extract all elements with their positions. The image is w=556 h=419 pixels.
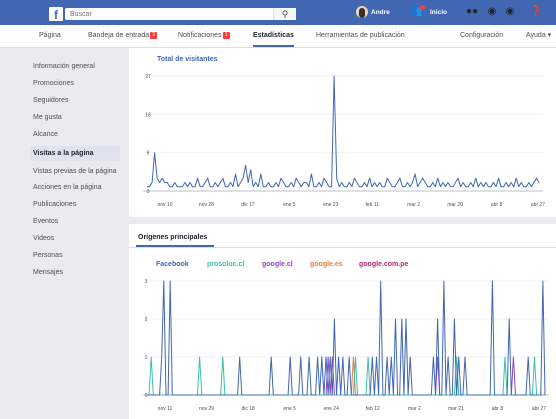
tab-notificaciones[interactable]: Notificaciones 1 [178, 25, 230, 47]
visitors-x-tick-label: mar 2 [407, 202, 420, 208]
sources-series-line-google-es [147, 356, 545, 396]
visitors-x-tick-label: ene 5 [283, 202, 296, 208]
visitors-x-tick-label: ene 23 [323, 202, 339, 208]
sources-y-tick-label: 2 [145, 317, 148, 323]
tab-label: Estadísticas [253, 32, 294, 39]
sidebar-item-promociones[interactable]: Promociones [33, 78, 123, 89]
sources-series-line-google-cl [147, 356, 545, 396]
sources-x-tick-label: abr 27 [532, 406, 546, 412]
tab-label: Ayuda ▾ [526, 32, 552, 39]
sources-x-tick-label: mar 21 [448, 406, 464, 412]
facebook-logo-icon[interactable]: f [49, 7, 63, 21]
tab-herramientas[interactable]: Herramientas de publicación [316, 25, 405, 47]
sidebar-item-personas[interactable]: Personas [33, 250, 123, 261]
sources-y-tick-label: 0 [145, 393, 148, 399]
sources-series-line-facebook [147, 280, 546, 396]
visitors-x-tick-label: mar 20 [447, 202, 463, 208]
visitors-x-tick-label: feb 11 [365, 202, 379, 208]
sources-x-tick-label: nov 11 [158, 406, 173, 412]
visitors-x-tick-label: abr 27 [531, 202, 545, 208]
visitors-series-line-visitors [147, 75, 540, 188]
sources-series-line-prosoluc-cl [147, 356, 545, 396]
tab-label: Página [39, 32, 61, 39]
tab-bandeja[interactable]: Bandeja de entrada 2 [88, 25, 158, 47]
page-tabs-bar: Página Bandeja de entrada 2 Notificacione… [0, 25, 556, 48]
top-sources-chart: 0 1 2 3 nov 11 nov 29 dic 18 ene 5 ene 24 feb 12 m… [143, 279, 549, 412]
avatar [356, 6, 368, 18]
sidebar-item-vistas-previas[interactable]: Vistas previas de la página [33, 166, 119, 177]
sidebar-item-publicaciones[interactable]: Publicaciones [33, 199, 123, 210]
top-sources-card: Orígenes principales Facebook prosoluc.c… [129, 224, 556, 419]
visitors-x-tick-label: abr 8 [491, 202, 503, 208]
notification-dot [420, 5, 425, 10]
home-link[interactable]: Inicio [430, 6, 447, 19]
total-visitors-card: Total de visitantes 0 9 18 27 nov 10 nov 28 di… [129, 48, 556, 217]
tab-configuracion[interactable]: Configuración [460, 25, 503, 47]
visitors-y-tick-label: 0 [147, 189, 150, 195]
sources-x-tick-label: ene 24 [324, 406, 340, 412]
sidebar-item-me-gusta[interactable]: Me gusta [33, 112, 123, 123]
sidebar-item-acciones[interactable]: Acciones en la página [33, 182, 123, 193]
sources-x-tick-label: mar 2 [408, 406, 421, 412]
sidebar-item-alcance[interactable]: Alcance [33, 129, 123, 140]
sources-x-tick-label: feb 12 [366, 406, 380, 412]
sidebar-item-videos[interactable]: Videos [33, 233, 123, 244]
messenger-icon[interactable]: ◉ [486, 6, 498, 18]
tab-label: Herramientas de publicación [316, 32, 405, 39]
globe-icon[interactable]: ◉ [504, 6, 516, 18]
sidebar-item-eventos[interactable]: Eventos [33, 216, 123, 227]
total-visitors-chart: 0 9 18 27 nov 10 nov 28 dic 17 ene 5 ene 23 feb 1… [143, 74, 545, 208]
sidebar-item-visitas[interactable]: Visitas a la página [30, 146, 120, 161]
sources-x-tick-label: nov 29 [199, 406, 214, 412]
sources-x-tick-label: abr 8 [492, 406, 504, 412]
user-name: Andre [371, 9, 390, 16]
visitors-x-tick-label: nov 28 [199, 202, 214, 208]
tab-pagina[interactable]: Página [39, 25, 61, 47]
notifications-badge: 1 [222, 31, 230, 39]
sidebar-item-seguidores[interactable]: Seguidores [33, 95, 123, 106]
sidebar-item-mensajes[interactable]: Mensajes [33, 267, 123, 278]
sources-y-tick-label: 3 [145, 279, 148, 285]
visitors-x-tick-label: dic 17 [241, 202, 255, 208]
sources-y-tick-label: 1 [145, 355, 148, 361]
search-icon[interactable]: ⚲ [273, 8, 296, 20]
insights-sidebar: Información general Promociones Seguidor… [30, 61, 123, 278]
visitors-y-tick-label: 9 [147, 151, 150, 157]
sources-x-tick-label: ene 5 [283, 406, 296, 412]
visitors-y-tick-label: 18 [145, 112, 151, 118]
visitors-y-tick-label: 27 [145, 74, 151, 80]
visitors-x-tick-label: nov 10 [157, 202, 172, 208]
inbox-badge: 2 [150, 31, 158, 39]
search-input[interactable] [65, 8, 275, 20]
help-icon[interactable]: ❓ [530, 6, 542, 18]
tab-label: Bandeja de entrada [88, 32, 150, 39]
top-navigation-bar: f ⚲ Andre 👥 Inicio ●● ◉ ◉ ❓ [0, 0, 556, 25]
tab-label: Configuración [460, 32, 504, 39]
tab-estadisticas[interactable]: Estadísticas [253, 25, 294, 47]
sidebar-item-informacion-general[interactable]: Información general [33, 61, 123, 72]
search-box: ⚲ [65, 8, 296, 20]
people-icon[interactable]: ●● [465, 6, 479, 18]
tab-ayuda[interactable]: Ayuda ▾ [526, 25, 551, 47]
tab-label: Notificaciones [178, 32, 222, 39]
sources-x-tick-label: dic 18 [241, 406, 255, 412]
